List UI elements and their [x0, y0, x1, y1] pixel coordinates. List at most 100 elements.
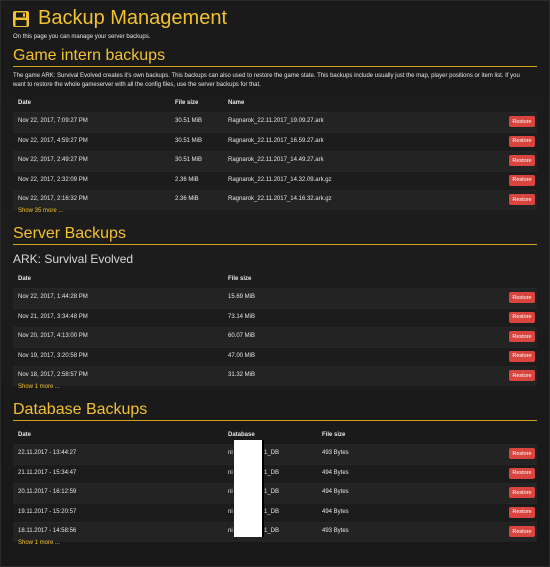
- show-more-link[interactable]: Show 1 more ...: [18, 540, 60, 546]
- restore-button[interactable]: Restore: [509, 506, 535, 518]
- col-size: File size: [175, 100, 199, 106]
- restore-button[interactable]: Restore: [509, 116, 535, 127]
- table-row: Nov 20, 2017, 4:13:00 PM 60.07 MiB Resto…: [13, 327, 537, 347]
- table-row: Nov 22, 2017, 2:32:09 PM 2.36 MiB Ragnar…: [13, 170, 537, 191]
- restore-button[interactable]: Restore: [509, 174, 535, 186]
- row-db-prefix: ni: [228, 528, 233, 535]
- restore-button[interactable]: Restore: [509, 350, 535, 362]
- database-backups-title: Database Backups: [13, 401, 148, 418]
- row-name: Ragnarok_22.11.2017_16.59.27.ark: [228, 137, 324, 144]
- server-backups-subtitle: ARK: Survival Evolved: [13, 252, 134, 266]
- row-date: Nov 21, 2017, 3:34:48 PM: [18, 313, 88, 320]
- row-size: 73.14 MiB: [228, 313, 256, 320]
- row-size: 494 Bytes: [322, 469, 349, 476]
- table-row: 19.11.2017 - 15:20:57 ni 1_DB 494 Bytes …: [13, 502, 537, 523]
- row-size: 30.51 MiB: [175, 137, 203, 144]
- row-size: 30.51 MiB: [175, 118, 203, 124]
- row-size: 493 Bytes: [322, 528, 349, 535]
- restore-button[interactable]: Restore: [509, 155, 535, 167]
- col-date: Date: [18, 432, 32, 438]
- table-header: Date File size Name: [13, 95, 537, 112]
- col-database: Database: [228, 432, 255, 438]
- game-backups-table: Date File size Name Nov 22, 2017, 7:09:2…: [13, 95, 537, 210]
- table-row: Nov 22, 2017, 1:44:28 PM 15.69 MiB Resto…: [13, 288, 537, 308]
- page-title: Backup Management: [38, 7, 228, 29]
- row-db-prefix: ni: [228, 489, 233, 496]
- server-backups-title: Server Backups: [13, 225, 126, 242]
- table-header: Date File size: [13, 271, 537, 288]
- table-row: 18.11.2017 - 14:58:56 ni 1_DB 493 Bytes …: [13, 522, 537, 542]
- restore-button[interactable]: Restore: [509, 311, 535, 323]
- show-more-link[interactable]: Show 35 more ...: [18, 208, 63, 214]
- row-size: 2.36 MiB: [175, 196, 199, 203]
- row-date: Nov 22, 2017, 2:16:32 PM: [18, 196, 88, 203]
- col-name: Name: [228, 100, 245, 106]
- row-size: 494 Bytes: [322, 508, 349, 515]
- restore-button[interactable]: Restore: [509, 467, 535, 479]
- row-size: 60.07 MiB: [228, 333, 256, 340]
- table-header: Date Database File size: [13, 427, 537, 444]
- table-row: 21.11.2017 - 15:34:47 ni 1_DB 494 Bytes …: [13, 463, 537, 484]
- table-row: Nov 18, 2017, 2:58:57 PM 31.32 MiB Resto…: [13, 366, 537, 386]
- row-date: 22.11.2017 - 13:44:27: [18, 450, 77, 456]
- restore-button[interactable]: Restore: [509, 448, 535, 459]
- table-row: Nov 22, 2017, 4:59:27 PM 30.51 MiB Ragna…: [13, 131, 537, 152]
- row-db-prefix: ni: [228, 508, 233, 515]
- row-date: 21.11.2017 - 15:34:47: [18, 469, 77, 476]
- row-date: Nov 20, 2017, 4:13:00 PM: [18, 333, 88, 340]
- floppy-disk-icon: [13, 10, 29, 27]
- redaction-block: [234, 440, 264, 537]
- server-backups-table: Date File size Nov 22, 2017, 1:44:28 PM …: [13, 271, 537, 386]
- restore-button[interactable]: Restore: [509, 194, 535, 206]
- row-date: 18.11.2017 - 14:58:56: [18, 528, 77, 535]
- row-date: Nov 22, 2017, 2:32:09 PM: [18, 176, 88, 183]
- show-more-link[interactable]: Show 1 more ...: [18, 384, 60, 390]
- table-row: Nov 19, 2017, 3:20:58 PM 47.00 MiB Resto…: [13, 346, 537, 367]
- col-date: Date: [18, 276, 32, 282]
- section-divider: [13, 420, 537, 421]
- row-db-suffix: 1_DB: [264, 469, 280, 476]
- row-date: Nov 19, 2017, 3:20:58 PM: [18, 352, 88, 359]
- row-date: 20.11.2017 - 16:12:59: [18, 489, 77, 496]
- row-db-suffix: 1_DB: [264, 508, 280, 515]
- row-db-prefix: ni: [228, 450, 233, 456]
- page-header: Backup Management: [12, 7, 227, 30]
- row-name: Ragnarok_22.11.2017_19.09.27.ark: [228, 118, 324, 124]
- row-date: Nov 18, 2017, 2:58:57 PM: [18, 372, 88, 379]
- restore-button[interactable]: Restore: [509, 370, 535, 382]
- row-size: 30.51 MiB: [175, 157, 203, 164]
- row-date: Nov 22, 2017, 4:59:27 PM: [18, 137, 88, 144]
- row-db-suffix: 1_DB: [264, 528, 280, 535]
- col-size: File size: [322, 432, 346, 438]
- table-row: 20.11.2017 - 16:12:59 ni 1_DB 494 Bytes …: [13, 483, 537, 503]
- restore-button[interactable]: Restore: [509, 135, 535, 147]
- database-backups-table: Date Database File size 22.11.2017 - 13:…: [13, 427, 537, 542]
- restore-button[interactable]: Restore: [509, 487, 535, 499]
- game-backups-title: Game intern backups: [13, 47, 166, 64]
- row-db-suffix: 1_DB: [264, 489, 280, 496]
- row-date: Nov 22, 2017, 7:09:27 PM: [18, 118, 88, 124]
- row-name: Ragnarok_22.11.2017_14.32.09.ark.gz: [228, 176, 332, 183]
- restore-button[interactable]: Restore: [509, 292, 535, 303]
- table-row: Nov 22, 2017, 7:09:27 PM 30.51 MiB Ragna…: [13, 112, 537, 132]
- row-name: Ragnarok_22.11.2017_14.49.27.ark: [228, 157, 324, 164]
- table-body: Nov 22, 2017, 7:09:27 PM 30.51 MiB Ragna…: [13, 112, 537, 210]
- table-row: 22.11.2017 - 13:44:27 ni 1_DB 493 Bytes …: [13, 444, 537, 464]
- col-size: File size: [228, 276, 252, 282]
- table-row: Nov 21, 2017, 3:34:48 PM 73.14 MiB Resto…: [13, 307, 537, 328]
- row-date: Nov 22, 2017, 1:44:28 PM: [18, 294, 88, 300]
- backup-management-page: Backup Management On this page you can m…: [0, 0, 550, 567]
- row-db-prefix: ni: [228, 469, 233, 476]
- table-row: Nov 22, 2017, 2:49:27 PM 30.51 MiB Ragna…: [13, 151, 537, 171]
- section-divider: [13, 66, 537, 67]
- col-date: Date: [18, 100, 32, 106]
- row-size: 15.69 MiB: [228, 294, 256, 300]
- row-date: 19.11.2017 - 15:20:57: [18, 508, 77, 515]
- restore-button[interactable]: Restore: [509, 331, 535, 343]
- row-size: 494 Bytes: [322, 489, 349, 496]
- table-body: 22.11.2017 - 13:44:27 ni 1_DB 493 Bytes …: [13, 444, 537, 542]
- restore-button[interactable]: Restore: [509, 526, 535, 538]
- table-row: Nov 22, 2017, 2:16:32 PM 2.36 MiB Ragnar…: [13, 190, 537, 210]
- row-size: 493 Bytes: [322, 450, 349, 456]
- row-date: Nov 22, 2017, 2:49:27 PM: [18, 157, 88, 164]
